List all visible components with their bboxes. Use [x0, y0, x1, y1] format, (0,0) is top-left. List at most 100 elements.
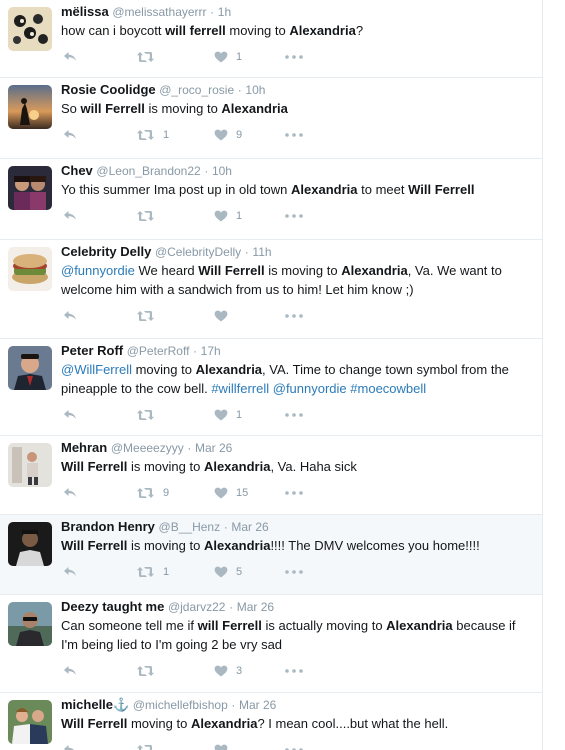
retweet-button[interactable] [136, 207, 163, 225]
display-name[interactable]: Rosie Coolidge [61, 82, 156, 97]
like-button[interactable]: 1 [214, 406, 242, 424]
display-name[interactable]: Peter Roff [61, 343, 123, 358]
more-button[interactable] [285, 307, 303, 325]
tweet-link[interactable]: #willferrell [211, 381, 269, 396]
username[interactable]: @melissathayerrr [112, 5, 206, 19]
tweet-link[interactable]: #moecowbell [350, 381, 426, 396]
timestamp[interactable]: 17h [201, 344, 221, 358]
tweet-content: Mehran @Meeeezyyy · Mar 26 Will Ferrell i… [61, 440, 530, 476]
retweet-icon [136, 566, 155, 578]
reply-button[interactable] [63, 484, 77, 502]
more-button[interactable] [285, 741, 303, 750]
like-count: 5 [236, 566, 243, 578]
avatar[interactable] [8, 443, 52, 487]
username[interactable]: @Meeeezyyy [111, 441, 184, 455]
timestamp[interactable]: Mar 26 [239, 698, 276, 712]
display-name[interactable]: Brandon Henry [61, 519, 155, 534]
username[interactable]: @jdarvz22 [168, 600, 226, 614]
more-button[interactable] [285, 48, 303, 66]
username[interactable]: @CelebrityDelly [155, 245, 241, 259]
reply-button[interactable] [63, 307, 77, 325]
tweet-content: Brandon Henry @B__Henz · Mar 26 Will Ferr… [61, 519, 530, 555]
more-button[interactable] [285, 126, 303, 144]
username[interactable]: @B__Henz [159, 520, 221, 534]
tweet-content: Deezy taught me @jdarvz22 · Mar 26 Can so… [61, 599, 530, 654]
username[interactable]: @PeterRoff [127, 344, 190, 358]
like-button[interactable]: 1 [214, 207, 242, 225]
avatar-image [8, 166, 52, 210]
timestamp[interactable]: 1h [218, 5, 231, 19]
reply-button[interactable] [63, 563, 77, 581]
retweet-button[interactable] [136, 741, 163, 750]
timestamp[interactable]: 11h [252, 245, 271, 259]
tweet-link[interactable]: @WillFerrell [61, 362, 132, 377]
tweet-link[interactable]: @funnyordie [273, 381, 347, 396]
text-segment: is moving to [264, 263, 342, 278]
username[interactable]: @_roco_rosie [159, 83, 234, 97]
more-button[interactable] [285, 662, 303, 680]
retweet-button[interactable] [136, 406, 163, 424]
retweet-button[interactable]: 1 [136, 563, 169, 581]
reply-button[interactable] [63, 207, 77, 225]
timestamp[interactable]: 10h [212, 164, 232, 178]
display-name[interactable]: Mehran [61, 440, 107, 455]
timestamp[interactable]: Mar 26 [231, 520, 268, 534]
highlighted-term: Alexandria [291, 182, 358, 197]
display-name[interactable]: mëlissa [61, 4, 109, 19]
more-button[interactable] [285, 406, 303, 424]
heart-icon [214, 51, 228, 63]
tweet-card[interactable]: michelle⚓ @michellefbishop · Mar 26 Will … [0, 693, 542, 750]
highlighted-term: will ferrell [165, 23, 226, 38]
like-button[interactable]: 9 [214, 126, 242, 144]
reply-button[interactable] [63, 126, 77, 144]
avatar[interactable] [8, 7, 52, 51]
avatar[interactable] [8, 700, 52, 744]
avatar[interactable] [8, 247, 52, 291]
more-button[interactable] [285, 207, 303, 225]
reply-button[interactable] [63, 741, 77, 750]
timestamp[interactable]: 10h [245, 83, 265, 97]
heart-icon [214, 665, 228, 677]
tweet-card[interactable]: Deezy taught me @jdarvz22 · Mar 26 Can so… [0, 595, 542, 693]
display-name[interactable]: Celebrity Delly [61, 244, 151, 259]
like-button[interactable] [214, 741, 236, 750]
tweet-card[interactable]: Celebrity Delly @CelebrityDelly · 11h @fu… [0, 240, 542, 339]
like-button[interactable] [214, 307, 236, 325]
avatar[interactable] [8, 85, 52, 129]
username[interactable]: @michellefbishop [133, 698, 228, 712]
avatar[interactable] [8, 166, 52, 210]
reply-button[interactable] [63, 48, 77, 66]
reply-button[interactable] [63, 662, 77, 680]
tweet-card[interactable]: Mehran @Meeeezyyy · Mar 26 Will Ferrell i… [0, 436, 542, 515]
display-name[interactable]: michelle [61, 697, 113, 712]
tweet-card[interactable]: Peter Roff @PeterRoff · 17h @WillFerrell … [0, 339, 542, 436]
text-segment: is moving to [144, 101, 222, 116]
avatar[interactable] [8, 602, 52, 646]
retweet-button[interactable] [136, 662, 163, 680]
retweet-button[interactable] [136, 48, 163, 66]
display-name[interactable]: Chev [61, 163, 93, 178]
more-button[interactable] [285, 563, 303, 581]
avatar-image [8, 443, 52, 487]
avatar[interactable] [8, 346, 52, 390]
username[interactable]: @Leon_Brandon22 [96, 164, 200, 178]
more-button[interactable] [285, 484, 303, 502]
retweet-button[interactable] [136, 307, 163, 325]
avatar[interactable] [8, 522, 52, 566]
retweet-button[interactable]: 9 [136, 484, 169, 502]
like-button[interactable]: 3 [214, 662, 242, 680]
display-name[interactable]: Deezy taught me [61, 599, 164, 614]
highlighted-term: Alexandria [203, 459, 271, 474]
like-button[interactable]: 15 [214, 484, 248, 502]
like-button[interactable]: 1 [214, 48, 242, 66]
like-button[interactable]: 5 [214, 563, 242, 581]
tweet-card[interactable]: Chev @Leon_Brandon22 · 10h Yo this summer… [0, 159, 542, 240]
reply-button[interactable] [63, 406, 77, 424]
timestamp[interactable]: Mar 26 [195, 441, 232, 455]
tweet-link[interactable]: @funnyordie [61, 263, 135, 278]
tweet-card[interactable]: Rosie Coolidge @_roco_rosie · 10h So will… [0, 78, 542, 159]
timestamp[interactable]: Mar 26 [237, 600, 274, 614]
retweet-button[interactable]: 1 [136, 126, 169, 144]
tweet-card[interactable]: Brandon Henry @B__Henz · Mar 26 Will Ferr… [0, 515, 542, 595]
tweet-card[interactable]: mëlissa @melissathayerrr · 1h how can i b… [0, 0, 542, 78]
